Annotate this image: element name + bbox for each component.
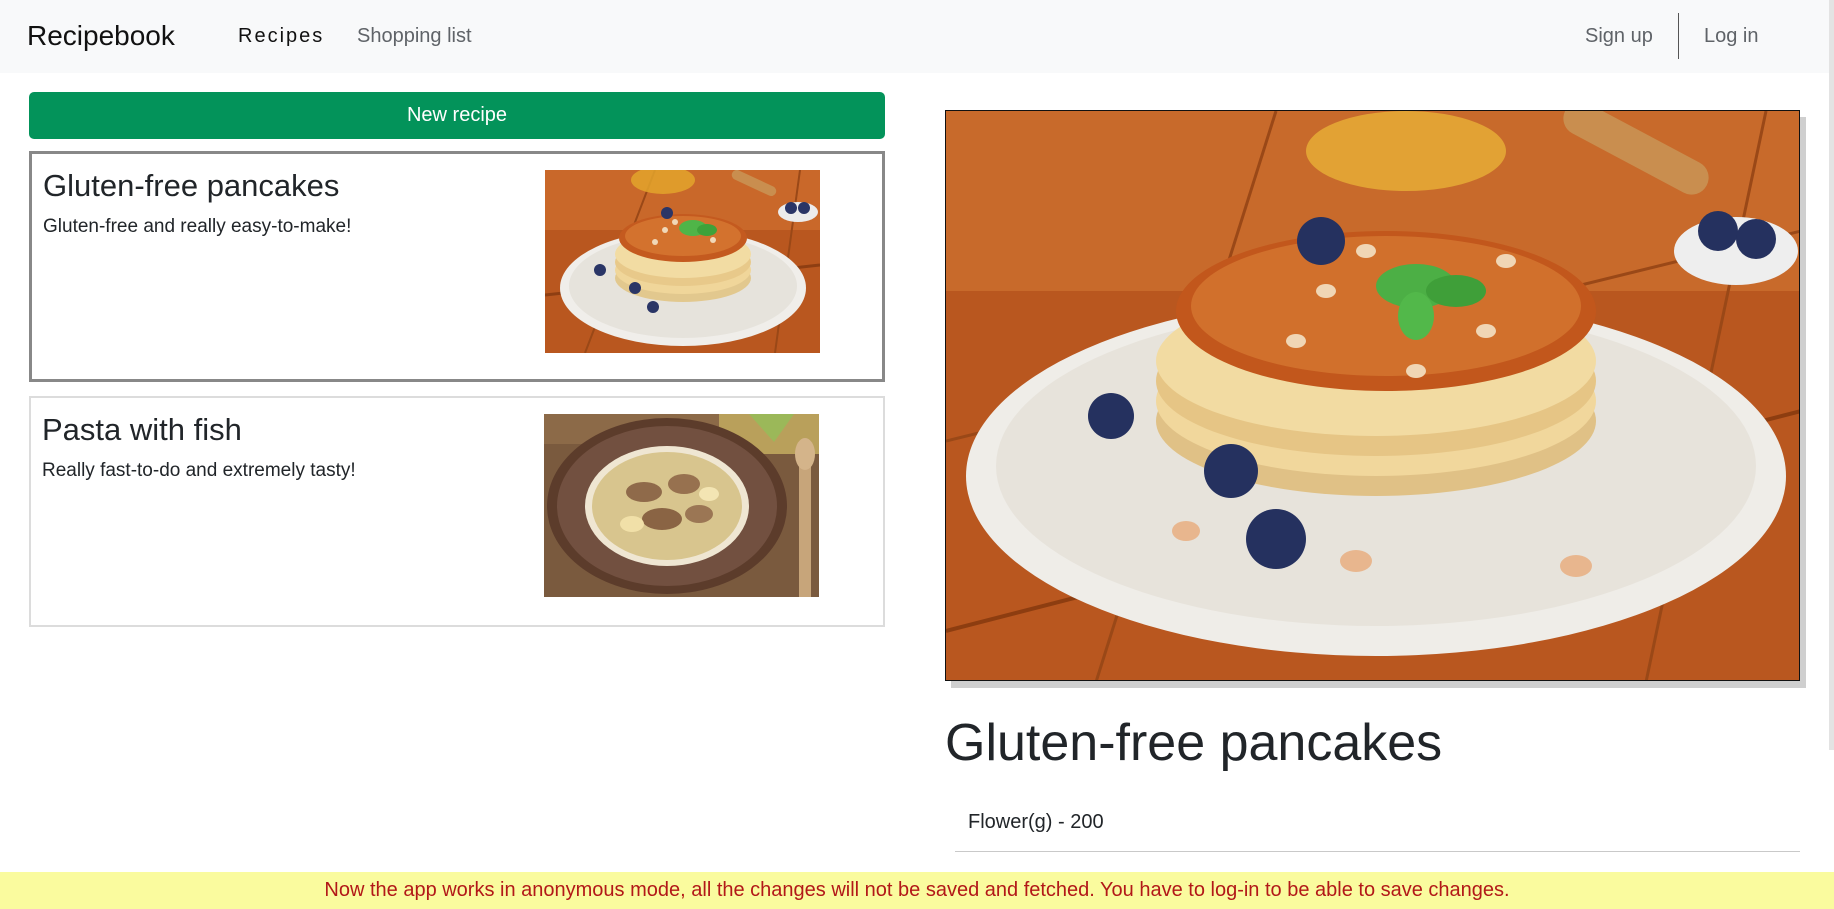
new-recipe-button[interactable]: New recipe	[29, 92, 885, 139]
login-link[interactable]: Log in	[1704, 25, 1759, 48]
pasta-thumbnail	[544, 414, 819, 597]
nav-recipes[interactable]: Recipes	[238, 25, 324, 48]
ingredient-item: Flower(g) - 200	[955, 800, 1800, 852]
nav-divider	[1678, 13, 1679, 59]
recipe-card-title: Pasta with fish	[42, 412, 242, 447]
scrollbar[interactable]	[1829, 0, 1834, 750]
recipe-detail-title: Gluten-free pancakes	[945, 714, 1443, 772]
ingredient-text: Flower(g) - 200	[968, 811, 1104, 833]
recipe-card-pancakes[interactable]: Gluten-free pancakes Gluten-free and rea…	[29, 151, 885, 382]
pancakes-thumbnail	[545, 170, 820, 353]
anonymous-mode-banner: Now the app works in anonymous mode, all…	[0, 872, 1834, 909]
recipe-card-description: Really fast-to-do and extremely tasty!	[42, 460, 356, 481]
top-navbar: Recipebook Recipes Shopping list Sign up…	[0, 0, 1834, 73]
recipe-hero-image	[945, 110, 1800, 681]
brand-logo[interactable]: Recipebook	[27, 20, 175, 52]
nav-shopping-list[interactable]: Shopping list	[357, 25, 472, 48]
recipe-card-title: Gluten-free pancakes	[43, 168, 340, 203]
recipe-card-pasta[interactable]: Pasta with fish Really fast-to-do and ex…	[29, 396, 885, 627]
signup-link[interactable]: Sign up	[1585, 25, 1653, 48]
recipe-card-description: Gluten-free and really easy-to-make!	[43, 216, 352, 237]
